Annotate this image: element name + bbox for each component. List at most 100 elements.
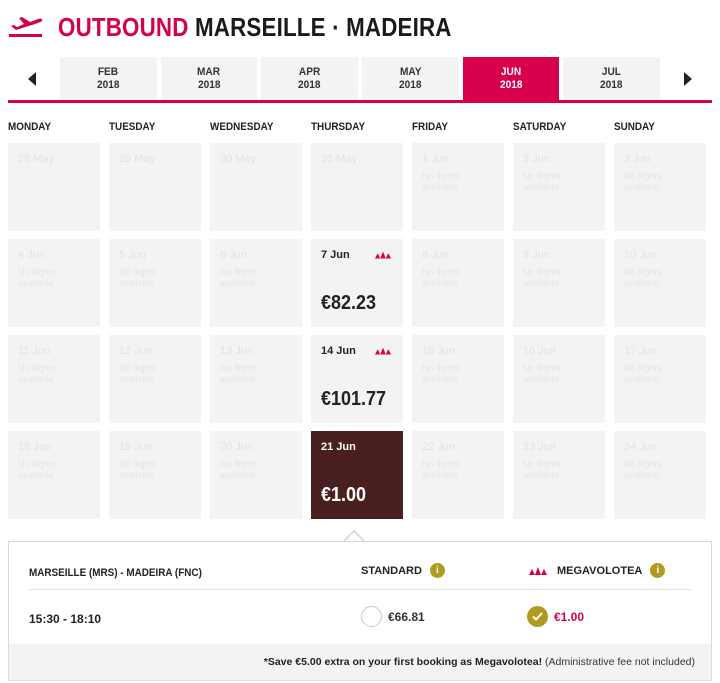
fare-panel-header: MARSEILLE (MRS) - MADEIRA (FNC) STANDARD…: [9, 542, 711, 590]
weekday-label: WEDNESDAY: [210, 121, 274, 133]
megavolotea-logo-icon: [375, 347, 391, 355]
standard-price: €66.81: [388, 609, 425, 624]
no-flights-note: No flights available: [220, 459, 258, 480]
month-tab-year: 2018: [298, 78, 321, 91]
month-tab-year: 2018: [197, 78, 221, 91]
month-tab-year: 2018: [97, 78, 120, 91]
day-date: 3 Jun: [624, 153, 651, 165]
no-flights-note: No flights available: [220, 267, 258, 288]
panel-divider: [29, 589, 691, 590]
calendar-day-cell: 12 Jun No flights available: [109, 335, 201, 423]
day-date: 8 Jun: [422, 249, 449, 261]
arrow-left-icon: [28, 71, 36, 86]
megavolotea-logo-icon: [529, 566, 547, 575]
no-flights-note: No flights available: [422, 267, 460, 288]
calendar-day-cell: 1 Jun No flights available: [412, 143, 504, 231]
day-date: 18 Jun: [18, 441, 52, 453]
no-flights-note: No flights available: [220, 363, 258, 384]
calendar-day-cell: 17 Jun No flights available: [614, 335, 706, 423]
calendar-day-cell: 6 Jun No flights available: [210, 239, 302, 327]
month-tab-label: FEB: [98, 65, 119, 78]
day-date: 24 Jun: [624, 441, 658, 453]
no-flights-note: No flights available: [523, 171, 561, 192]
megavolotea-info-icon[interactable]: i: [650, 563, 666, 578]
next-month-button[interactable]: [662, 57, 713, 100]
standard-column-header: STANDARD i: [361, 563, 445, 578]
flight-route: MARSEILLE (MRS) - MADEIRA (FNC): [29, 567, 202, 579]
calendar-day-cell: 8 Jun No flights available: [412, 239, 504, 327]
calendar-day-cell: 24 Jun No flights available: [614, 431, 706, 519]
no-flights-note: No flights available: [624, 267, 662, 288]
day-date: 22 Jun: [422, 441, 456, 453]
calendar-day-cell[interactable]: 21 Jun €1.00: [311, 431, 403, 519]
day-date: 11 Jun: [18, 345, 51, 357]
calendar-day-cell: 5 Jun No flights available: [109, 239, 201, 327]
month-tab-label: MAR: [197, 65, 221, 78]
calendar-day-cell: 15 Jun No flights available: [412, 335, 504, 423]
day-date: 13 Jun: [220, 345, 254, 357]
flight-time: 15:30 - 18:10: [29, 612, 102, 626]
standard-info-icon[interactable]: i: [429, 563, 445, 578]
day-date: 28 May: [18, 153, 55, 165]
calendar-day-cell: 30 May: [210, 143, 302, 231]
day-date: 5 Jun: [119, 249, 146, 261]
title-outbound: OUTBOUND: [58, 11, 189, 42]
month-tab-label: APR: [298, 65, 321, 78]
calendar-day-cell: 31 May: [311, 143, 403, 231]
no-flights-note: No flights available: [18, 267, 56, 288]
month-tab-may[interactable]: MAY 2018: [362, 57, 459, 100]
megavolotea-logo-icon: [375, 251, 391, 259]
calendar-day-cell: 10 Jun No flights available: [614, 239, 706, 327]
calendar-day-cell: 4 Jun No flights available: [8, 239, 100, 327]
month-tab-mar[interactable]: MAR 2018: [160, 57, 258, 100]
day-date: 21 Jun: [321, 441, 356, 453]
calendar-day-cell: 28 May: [8, 143, 100, 231]
calendar-day-cell[interactable]: 7 Jun €82.23: [311, 239, 403, 327]
day-price: €1.00: [321, 484, 367, 506]
calendar-day-cell: 19 Jun No flights available: [109, 431, 201, 519]
weekday-header: MONDAY TUESDAY WEDNESDAY THURSDAY FRIDAY SATU…: [8, 121, 712, 135]
day-date: 1 Jun: [422, 153, 449, 165]
no-flights-note: No flights available: [18, 363, 56, 384]
plane-takeoff-icon: [8, 13, 48, 41]
calendar-day-cell: 13 Jun No flights available: [210, 335, 302, 423]
page-title: OUTBOUND MARSEILLE · MADEIRA: [58, 12, 452, 43]
no-flights-note: No flights available: [119, 459, 157, 480]
weekday-label: MONDAY: [8, 121, 52, 133]
no-flights-note: No flights available: [523, 267, 561, 288]
month-tab-jun[interactable]: JUN 2018: [462, 57, 560, 100]
day-date: 19 Jun: [119, 441, 153, 453]
megavolotea-label: MEGAVOLOTEA: [557, 564, 643, 577]
month-tab-year: 2018: [600, 78, 623, 91]
calendar-day-cell: 3 Jun No flights available: [614, 143, 706, 231]
month-tab-jul[interactable]: JUL 2018: [563, 57, 661, 100]
no-flights-note: No flights available: [119, 363, 157, 384]
no-flights-note: No flights available: [523, 363, 561, 384]
calendar-day-cell: 20 Jun No flights available: [210, 431, 302, 519]
month-tab-year: 2018: [399, 78, 422, 91]
month-selector: FEB 2018 MAR 2018 APR 2018 MAY 2018 JUN …: [8, 57, 713, 103]
standard-fare-option[interactable]: €66.81: [361, 606, 425, 627]
day-date: 4 Jun: [18, 249, 45, 261]
weekday-label: TUESDAY: [109, 121, 156, 133]
calendar-day-cell: 18 Jun No flights available: [8, 431, 100, 519]
month-tab-label: JUN: [500, 65, 522, 78]
standard-radio[interactable]: [361, 606, 382, 627]
calendar-day-cell[interactable]: 14 Jun €101.77: [311, 335, 403, 423]
day-date: 12 Jun: [119, 345, 153, 357]
weekday-label: SUNDAY: [614, 121, 655, 133]
promo-note-rest: (Administrative fee not included): [542, 656, 695, 668]
month-tab-year: 2018: [499, 78, 523, 91]
day-date: 23 Jun: [523, 441, 557, 453]
calendar-day-cell: 11 Jun No flights available: [8, 335, 100, 423]
prev-month-button[interactable]: [8, 57, 58, 100]
month-tab-apr[interactable]: APR 2018: [261, 57, 359, 100]
month-tab-feb[interactable]: FEB 2018: [60, 57, 157, 100]
day-date: 17 Jun: [624, 345, 658, 357]
checkmark-icon[interactable]: [527, 606, 548, 627]
weekday-label: FRIDAY: [412, 121, 448, 133]
no-flights-note: No flights available: [422, 459, 460, 480]
page-header: OUTBOUND MARSEILLE · MADEIRA: [8, 10, 516, 44]
day-date: 20 Jun: [220, 441, 254, 453]
megavolotea-fare-option[interactable]: €1.00: [527, 606, 584, 627]
